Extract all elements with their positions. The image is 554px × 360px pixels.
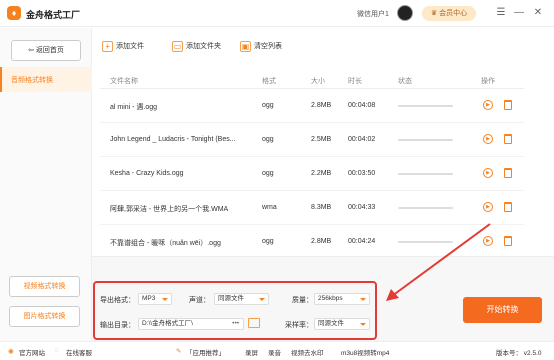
file-duration: 00:03:50 [348, 170, 376, 177]
image-convert-button[interactable]: 图片格式转换 [9, 306, 80, 327]
play-icon[interactable]: ▶ [483, 100, 493, 110]
file-duration: 00:04:24 [348, 238, 376, 245]
play-icon[interactable]: ▶ [483, 168, 493, 178]
progress-bar [398, 105, 453, 107]
folder-icon: ▭ [172, 40, 183, 52]
folder-icon[interactable] [248, 318, 260, 328]
add-file-icon: + [102, 40, 113, 52]
file-format: ogg [262, 136, 274, 143]
user-name[interactable]: 微信用户1 [357, 9, 389, 19]
recommend-label: 「应用推荐」 [186, 350, 225, 357]
close-icon[interactable]: ✕ [532, 7, 544, 19]
version: 版本号： v2.5.0 [496, 350, 542, 357]
chevron-down-icon [360, 298, 366, 301]
status-bar: ◉ 官方网站 ◌ 在线客服 ✎ 「应用推荐」 录屏 录音 视频去水印 m3u8视… [0, 341, 554, 360]
table-row[interactable]: Kesha - Crazy Kids.ogg ogg 2.2MB 00:03:5… [100, 157, 524, 191]
vip-center-button[interactable]: ♛ 会员中心 [422, 6, 476, 21]
clear-list-button[interactable]: ▣ 清空列表 [240, 40, 282, 54]
file-name: al mini - 遇.ogg [110, 104, 158, 111]
table-row[interactable]: John Legend _ Ludacris - Tonight (Bes...… [100, 123, 524, 157]
channel-label: 声道： [189, 297, 210, 304]
col-duration: 时长 [348, 78, 362, 85]
col-name: 文件名称 [110, 78, 138, 85]
chevron-down-icon [360, 323, 366, 326]
trash-icon[interactable] [504, 236, 512, 246]
recommend-icon: ✎ [176, 348, 182, 355]
col-actions: 操作 [481, 78, 495, 85]
back-arrow-icon: ⇦ [28, 47, 36, 54]
recommend-link[interactable]: 录屏 [245, 347, 258, 357]
recommend-link[interactable]: m3u8视频转mp4 [341, 347, 389, 357]
chevron-down-icon [259, 298, 265, 301]
file-size: 2.5MB [311, 136, 332, 143]
table-row[interactable]: al mini - 遇.ogg ogg 2.8MB 00:04:08 ▶ [100, 89, 524, 123]
menu-icon[interactable]: ☰ [495, 7, 507, 19]
add-file-button[interactable]: + 添加文件 [102, 40, 144, 54]
file-size: 2.2MB [311, 170, 332, 177]
service-link[interactable]: 在线客服 [66, 347, 92, 357]
file-format: ogg [262, 170, 274, 177]
app-title: 金舟格式工厂 [26, 10, 81, 20]
service-icon: ◌ [55, 347, 59, 354]
progress-bar [398, 207, 453, 209]
minimize-icon[interactable]: — [513, 7, 525, 19]
file-format: ogg [262, 102, 274, 109]
avatar[interactable] [397, 5, 413, 21]
col-size: 大小 [311, 78, 325, 85]
more-button[interactable]: ••• [232, 319, 239, 329]
file-size: 2.8MB [311, 102, 332, 109]
trash-icon[interactable] [504, 202, 512, 212]
output-dir-input[interactable]: D:\\金舟格式工厂\ ••• [138, 318, 244, 330]
samplerate-label: 采样率： [285, 322, 313, 329]
play-icon[interactable]: ▶ [483, 202, 493, 212]
add-folder-button[interactable]: ▭ 添加文件夹 [172, 40, 221, 54]
sidebar-item-audio-convert[interactable]: 音频格式转换 [0, 67, 92, 92]
progress-bar [398, 173, 453, 175]
output-dir-label: 输出目录： [100, 322, 135, 329]
col-format: 格式 [262, 78, 276, 85]
samplerate-select[interactable]: 同源文件 [314, 318, 370, 330]
file-name: 不靠谱组合 - 暖咊（nuǎn wēi）.ogg [110, 240, 221, 247]
back-home-button[interactable]: ⇦ 返回首页 [11, 40, 81, 61]
file-name: 阿肆,郭采洁 - 世界上的另一个我.WMA [110, 206, 229, 213]
chevron-down-icon [162, 298, 168, 301]
table-header: 文件名称 格式 大小 时长 状态 操作 [100, 71, 524, 89]
file-name: Kesha - Crazy Kids.ogg [110, 170, 184, 177]
quality-select[interactable]: 256kbps [314, 293, 370, 305]
file-name: John Legend _ Ludacris - Tonight (Bes... [110, 136, 236, 143]
file-duration: 00:04:08 [348, 102, 376, 109]
trash-icon[interactable] [504, 134, 512, 144]
crown-icon: ♛ [430, 10, 440, 17]
col-status: 状态 [398, 78, 412, 85]
file-size: 8.3MB [311, 204, 332, 211]
quality-label: 质量： [292, 297, 313, 304]
highlight-box [93, 281, 377, 340]
channel-select[interactable]: 同源文件 [214, 293, 269, 305]
file-format: wma [262, 204, 277, 211]
website-link[interactable]: 官方网站 [19, 347, 45, 357]
file-duration: 00:04:33 [348, 204, 376, 211]
file-format: ogg [262, 238, 274, 245]
file-size: 2.8MB [311, 238, 332, 245]
recommend-link[interactable]: 视频去水印 [291, 347, 324, 357]
clear-icon: ▣ [240, 40, 251, 52]
trash-icon[interactable] [504, 168, 512, 178]
recommend-link[interactable]: 录音 [268, 347, 281, 357]
progress-bar [398, 139, 453, 141]
format-select[interactable]: MP3 [138, 293, 172, 305]
video-convert-button[interactable]: 视频格式转换 [9, 276, 80, 297]
file-duration: 00:04:02 [348, 136, 376, 143]
play-icon[interactable]: ▶ [483, 134, 493, 144]
annotation-arrow [386, 223, 491, 301]
website-icon: ◉ [8, 348, 14, 355]
format-label: 导出格式： [100, 297, 135, 304]
app-logo-icon: ♦ [7, 6, 21, 20]
trash-icon[interactable] [504, 100, 512, 110]
